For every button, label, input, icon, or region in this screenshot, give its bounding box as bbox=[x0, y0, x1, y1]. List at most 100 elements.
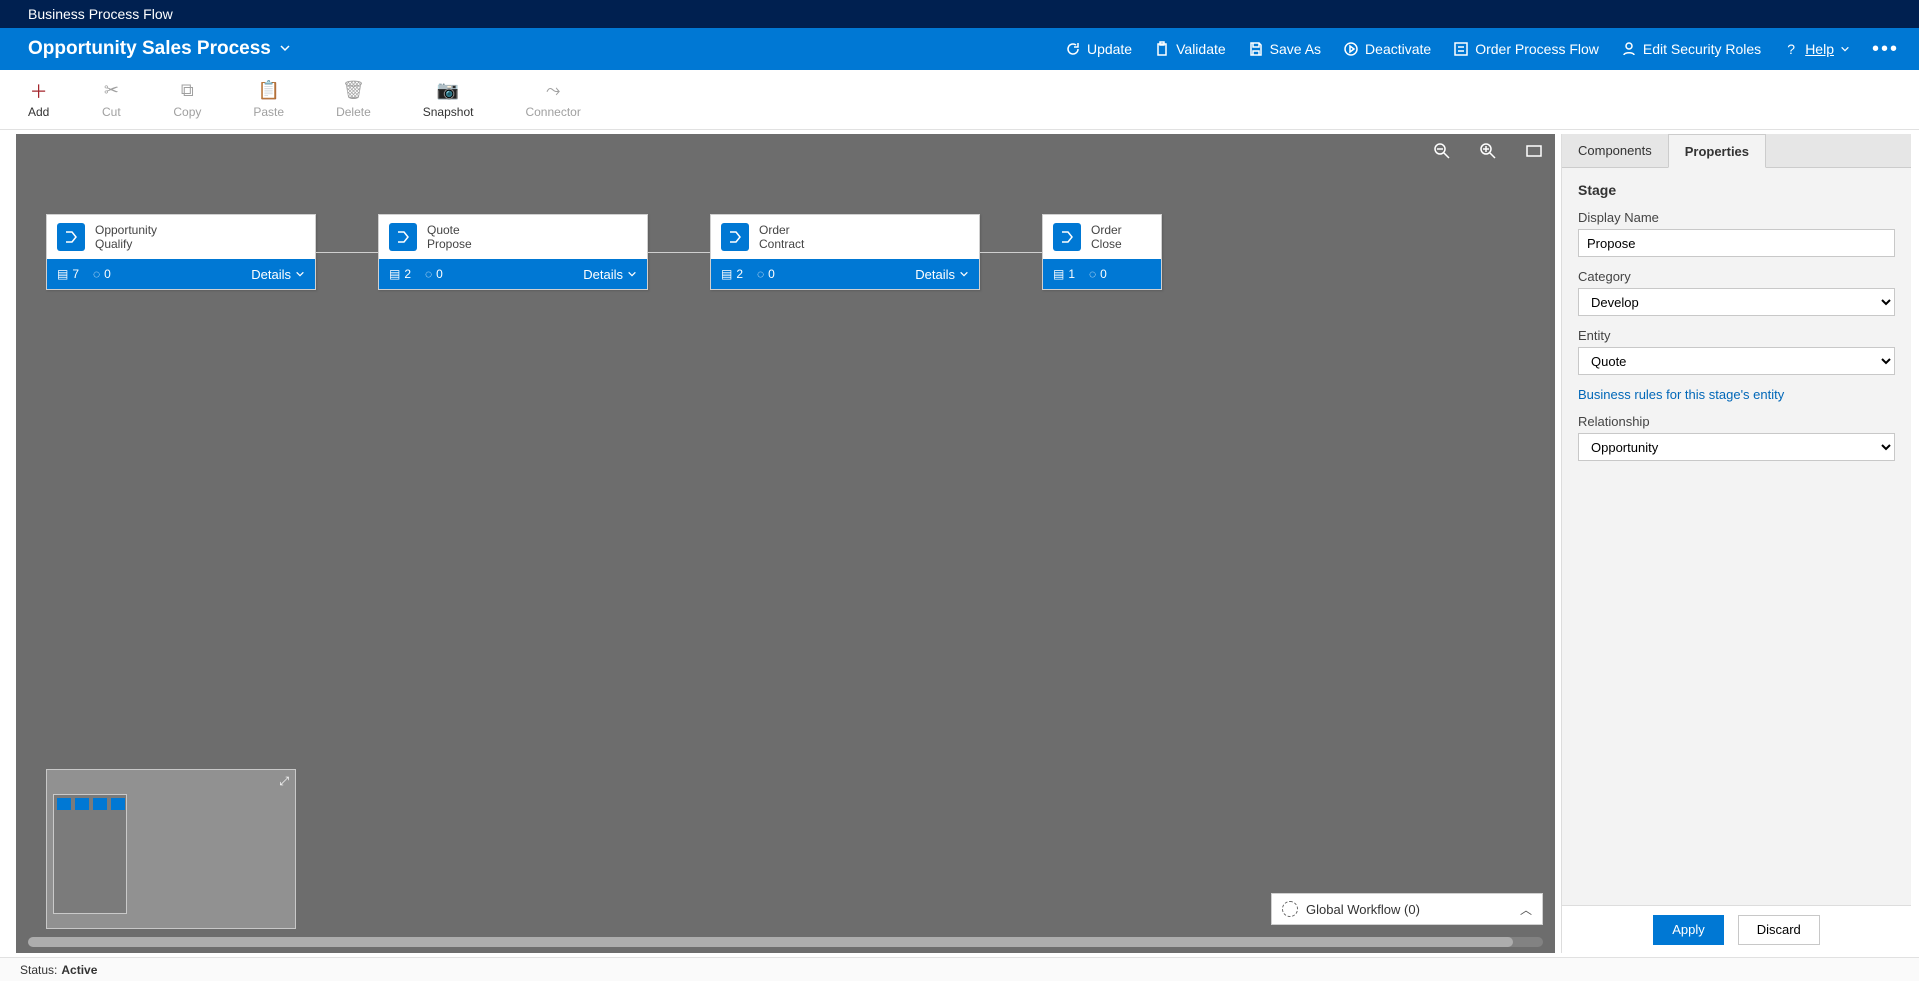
stage-steps-count: ▤ 7 bbox=[57, 267, 79, 281]
stage-card-propose[interactable]: Quote Propose ▤ 2 ◌ 0 Details bbox=[378, 214, 648, 290]
displayname-label: Display Name bbox=[1578, 210, 1895, 225]
help-icon: ? bbox=[1783, 41, 1799, 57]
chevron-down-icon bbox=[279, 38, 291, 60]
minimap-expand-icon[interactable]: ⤢ bbox=[279, 774, 289, 789]
stage-flow: Opportunity Qualify ▤ 7 ◌ 0 Details bbox=[46, 214, 1162, 290]
trash-icon: 🗑 bbox=[343, 81, 363, 101]
minimap-viewport[interactable] bbox=[53, 794, 127, 914]
minimap[interactable]: ⤢ bbox=[46, 769, 296, 929]
plus-icon: ＋ bbox=[29, 81, 49, 101]
add-button[interactable]: ＋ Add bbox=[28, 81, 49, 119]
stage-workflow-count: ◌ 0 bbox=[93, 267, 111, 281]
order-process-flow-button[interactable]: Order Process Flow bbox=[1453, 41, 1599, 57]
side-panel-tabs: Components Properties bbox=[1562, 134, 1911, 168]
connector-icon: ⤳ bbox=[543, 81, 563, 101]
stage-icon bbox=[57, 223, 85, 251]
stage-workflow-count: ◌ 0 bbox=[757, 267, 775, 281]
refresh-icon bbox=[1065, 41, 1081, 57]
more-commands-button[interactable]: ••• bbox=[1872, 38, 1899, 61]
command-bar-actions: Update Validate Save As Deactivate Order… bbox=[1065, 38, 1899, 61]
stage-details-toggle[interactable]: Details bbox=[251, 267, 305, 282]
deactivate-icon bbox=[1343, 41, 1359, 57]
breadcrumb-bar: Business Process Flow bbox=[0, 0, 1919, 28]
stage-entity: Opportunity bbox=[95, 223, 157, 237]
status-bar: Status: Active bbox=[0, 957, 1919, 981]
stage-card-qualify[interactable]: Opportunity Qualify ▤ 7 ◌ 0 Details bbox=[46, 214, 316, 290]
fit-screen-icon[interactable] bbox=[1525, 142, 1543, 165]
help-button[interactable]: ? Help bbox=[1783, 41, 1850, 57]
chevron-up-icon[interactable]: ︿ bbox=[1520, 901, 1532, 918]
discard-button[interactable]: Discard bbox=[1738, 915, 1820, 945]
process-name-dropdown[interactable]: Opportunity Sales Process bbox=[28, 38, 291, 60]
entity-select[interactable]: Quote bbox=[1578, 347, 1895, 375]
apply-button[interactable]: Apply bbox=[1653, 915, 1724, 945]
global-workflow-label: Global Workflow (0) bbox=[1306, 902, 1420, 917]
relationship-label: Relationship bbox=[1578, 414, 1895, 429]
copy-button[interactable]: ⧉ Copy bbox=[173, 81, 201, 119]
stage-card-close[interactable]: Order Close ▤ 1 ◌ 0 bbox=[1042, 214, 1162, 290]
connector-button[interactable]: ⤳ Connector bbox=[525, 81, 580, 119]
save-icon bbox=[1248, 41, 1264, 57]
saveas-button[interactable]: Save As bbox=[1248, 41, 1321, 57]
paste-button[interactable]: 📋 Paste bbox=[253, 81, 284, 119]
category-select[interactable]: Develop bbox=[1578, 288, 1895, 316]
global-workflow-bar[interactable]: Global Workflow (0) ︿ bbox=[1271, 893, 1543, 925]
stage-details-toggle[interactable]: Details bbox=[583, 267, 637, 282]
stage-name: Propose bbox=[427, 237, 472, 251]
canvas-horizontal-scrollbar[interactable] bbox=[28, 937, 1543, 947]
minimap-nodes bbox=[57, 798, 125, 810]
toolbar: ＋ Add ✂ Cut ⧉ Copy 📋 Paste 🗑 Delete 📷 Sn… bbox=[0, 70, 1919, 130]
security-icon bbox=[1621, 41, 1637, 57]
tab-components[interactable]: Components bbox=[1562, 134, 1668, 167]
stage-card-contract[interactable]: Order Contract ▤ 2 ◌ 0 Details bbox=[710, 214, 980, 290]
stage-details-toggle[interactable]: Details bbox=[915, 267, 969, 282]
zoom-in-icon[interactable] bbox=[1479, 142, 1497, 165]
stage-connector bbox=[648, 252, 710, 253]
stage-steps-count: ▤ 2 bbox=[721, 267, 743, 281]
canvas-zoom-tools bbox=[1433, 142, 1543, 165]
status-label: Status: bbox=[20, 963, 57, 977]
stage-icon bbox=[721, 223, 749, 251]
flow-canvas[interactable]: Opportunity Qualify ▤ 7 ◌ 0 Details bbox=[16, 134, 1555, 953]
update-button[interactable]: Update bbox=[1065, 41, 1132, 57]
workflow-icon bbox=[1282, 901, 1298, 917]
business-rules-link[interactable]: Business rules for this stage's entity bbox=[1578, 387, 1895, 402]
relationship-select[interactable]: Opportunity bbox=[1578, 433, 1895, 461]
stage-entity: Quote bbox=[427, 223, 472, 237]
properties-section-title: Stage bbox=[1578, 182, 1895, 198]
stage-workflow-count: ◌ 0 bbox=[1089, 267, 1107, 281]
stage-icon bbox=[1053, 223, 1081, 251]
paste-icon: 📋 bbox=[259, 81, 279, 101]
stage-connector bbox=[980, 252, 1042, 253]
stage-icon bbox=[389, 223, 417, 251]
stage-entity: Order bbox=[1091, 223, 1122, 237]
chevron-down-icon bbox=[1840, 41, 1850, 57]
cut-button[interactable]: ✂ Cut bbox=[101, 81, 121, 119]
tab-properties[interactable]: Properties bbox=[1668, 134, 1766, 168]
camera-icon: 📷 bbox=[438, 81, 458, 101]
side-panel: Components Properties Stage Display Name… bbox=[1561, 134, 1911, 953]
stage-connector bbox=[316, 252, 378, 253]
validate-button[interactable]: Validate bbox=[1154, 41, 1226, 57]
deactivate-button[interactable]: Deactivate bbox=[1343, 41, 1431, 57]
copy-icon: ⧉ bbox=[177, 81, 197, 101]
snapshot-button[interactable]: 📷 Snapshot bbox=[423, 81, 474, 119]
zoom-out-icon[interactable] bbox=[1433, 142, 1451, 165]
entity-label: Entity bbox=[1578, 328, 1895, 343]
stage-name: Contract bbox=[759, 237, 804, 251]
stage-steps-count: ▤ 1 bbox=[1053, 267, 1075, 281]
side-panel-footer: Apply Discard bbox=[1562, 905, 1911, 953]
main-area: Opportunity Qualify ▤ 7 ◌ 0 Details bbox=[0, 130, 1919, 957]
stage-steps-count: ▤ 2 bbox=[389, 267, 411, 281]
stage-name: Qualify bbox=[95, 237, 157, 251]
scrollbar-thumb[interactable] bbox=[28, 937, 1513, 947]
stage-entity: Order bbox=[759, 223, 804, 237]
edit-security-roles-button[interactable]: Edit Security Roles bbox=[1621, 41, 1761, 57]
scissors-icon: ✂ bbox=[101, 81, 121, 101]
properties-body: Stage Display Name Category Develop Enti… bbox=[1562, 168, 1911, 905]
displayname-input[interactable] bbox=[1578, 229, 1895, 257]
process-name: Opportunity Sales Process bbox=[28, 38, 271, 60]
delete-button[interactable]: 🗑 Delete bbox=[336, 81, 371, 119]
order-flow-icon bbox=[1453, 41, 1469, 57]
breadcrumb: Business Process Flow bbox=[28, 6, 173, 22]
